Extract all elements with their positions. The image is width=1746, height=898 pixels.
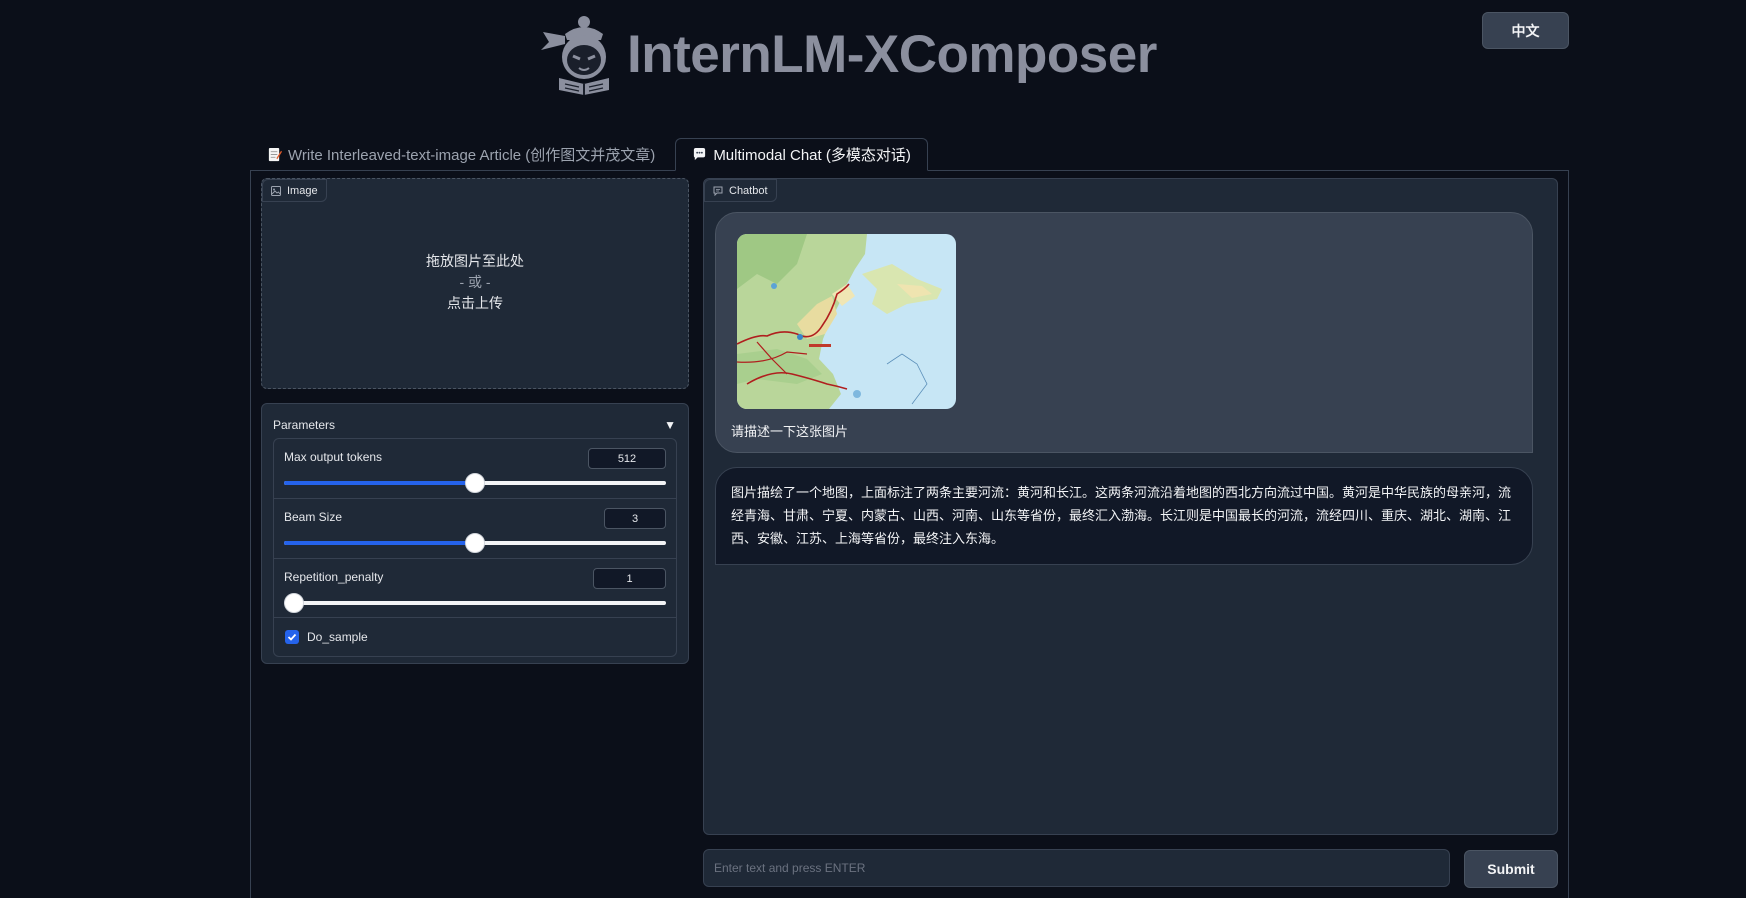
- tab-label: Multimodal Chat (多模态对话): [713, 147, 911, 164]
- image-label-text: Image: [287, 184, 318, 197]
- image-block-label: Image: [262, 179, 327, 202]
- parameters-group: Max output tokens 512 Beam Size 3 Repeti…: [273, 438, 677, 657]
- chatbot-panel: Chatbot 请描述一下这张图片 图片描绘了一个地图，上面标注了两条主要河流：…: [703, 178, 1558, 835]
- bot-message: 图片描绘了一个地图，上面标注了两条主要河流：黄河和长江。这两条河流沿着地图的西北…: [715, 467, 1533, 565]
- image-icon: [271, 185, 281, 196]
- slider-repetition-penalty: Repetition_penalty 1: [274, 559, 676, 618]
- language-button[interactable]: 中文: [1482, 12, 1569, 49]
- slider-track[interactable]: [284, 533, 666, 553]
- or-text: - 或 -: [459, 274, 491, 290]
- chat-icon: [713, 186, 723, 196]
- header-logo: InternLM-XComposer: [535, 10, 1157, 98]
- user-message: 请描述一下这张图片: [715, 212, 1533, 453]
- slider-value-input[interactable]: 3: [604, 508, 666, 529]
- do-sample-checkbox[interactable]: [285, 630, 299, 644]
- parameters-header[interactable]: Parameters ▼: [273, 416, 676, 434]
- submit-button[interactable]: Submit: [1464, 850, 1558, 888]
- tab-bar: Write Interleaved-text-image Article (创作…: [251, 138, 928, 171]
- drop-text: 拖放图片至此处: [426, 253, 524, 269]
- slider-beam-size: Beam Size 3: [274, 499, 676, 559]
- slider-track[interactable]: [284, 473, 666, 493]
- parameters-title: Parameters: [273, 418, 336, 432]
- do-sample-row: Do_sample: [274, 618, 676, 656]
- slider-fill: [284, 541, 475, 545]
- app-title: InternLM-XComposer: [627, 24, 1157, 84]
- scholar-mascot-icon: [541, 16, 609, 95]
- tab-label: Write Interleaved-text-image Article (创作…: [288, 147, 656, 164]
- upload-instructions: 拖放图片至此处 - 或 - 点击上传: [262, 251, 688, 314]
- click-upload-text: 点击上传: [447, 295, 503, 311]
- slider-value-input[interactable]: 512: [588, 448, 666, 469]
- collapse-caret-icon: ▼: [664, 418, 676, 432]
- tab-write-article[interactable]: Write Interleaved-text-image Article (创作…: [251, 138, 671, 171]
- slider-value-input[interactable]: 1: [593, 568, 666, 589]
- slider-label: Beam Size: [284, 510, 343, 524]
- do-sample-label: Do_sample: [307, 630, 368, 644]
- tab-multimodal-chat[interactable]: Multimodal Chat (多模态对话): [675, 138, 928, 171]
- slider-label: Max output tokens: [284, 450, 383, 464]
- speech-bubble-icon: [694, 147, 706, 161]
- chatbot-label-text: Chatbot: [729, 184, 768, 197]
- slider-track[interactable]: [284, 593, 666, 613]
- slider-thumb[interactable]: [465, 473, 485, 493]
- slider-label: Repetition_penalty: [284, 570, 384, 584]
- slider-max-output-tokens: Max output tokens 512: [274, 439, 676, 499]
- bot-message-text: 图片描绘了一个地图，上面标注了两条主要河流：黄河和长江。这两条河流沿着地图的西北…: [731, 485, 1512, 546]
- slider-fill: [284, 481, 475, 485]
- uploaded-map-image[interactable]: [737, 234, 956, 409]
- parameters-accordion: Parameters ▼ Max output tokens 512 Beam …: [261, 403, 689, 664]
- user-message-text: 请描述一下这张图片: [731, 424, 849, 439]
- image-upload-dropzone[interactable]: Image 拖放图片至此处 - 或 - 点击上传: [261, 178, 689, 389]
- checkmark-icon: [287, 633, 297, 641]
- memo-icon: [268, 147, 282, 162]
- chat-input[interactable]: [703, 849, 1450, 887]
- chatbot-block-label: Chatbot: [704, 179, 777, 202]
- slider-thumb[interactable]: [465, 533, 485, 553]
- slider-thumb[interactable]: [284, 593, 304, 613]
